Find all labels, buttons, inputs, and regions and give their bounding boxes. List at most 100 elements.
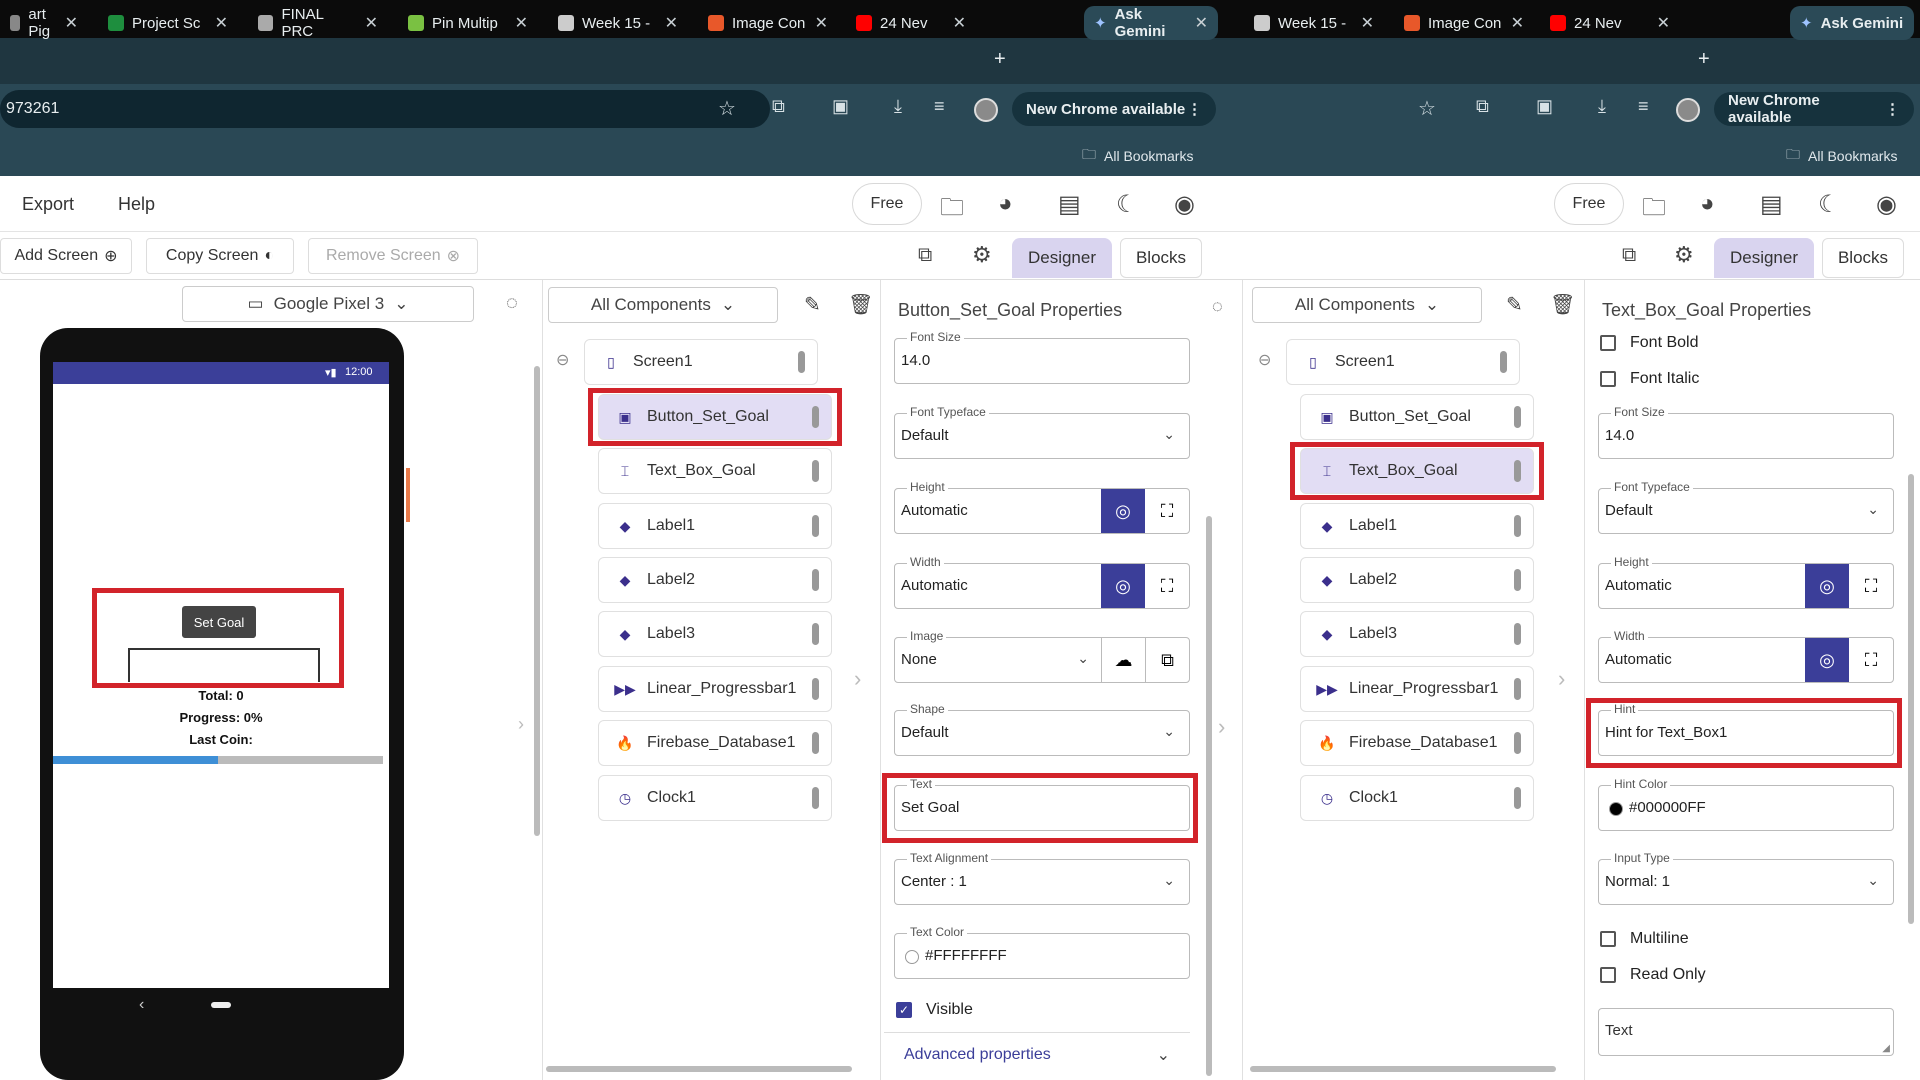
browser-tab[interactable]: FINAL PRC ✕ [248, 6, 388, 40]
drag-handle[interactable] [1514, 678, 1521, 700]
drag-handle[interactable] [1500, 351, 1507, 373]
text-area-field[interactable]: Text ◢ [1598, 1008, 1894, 1056]
close-icon[interactable]: ✕ [1657, 13, 1670, 33]
media-control-icon-right[interactable]: ≡ [1638, 96, 1649, 117]
download-icon-right[interactable]: ⤓ [1598, 96, 1606, 117]
rename-icon-right[interactable]: ✎ [1506, 292, 1523, 317]
dark-mode-icon[interactable]: ☾ [1116, 190, 1138, 219]
input-type-select[interactable]: Input Type Normal: 1 ⌄ [1598, 851, 1894, 905]
properties-scrollbar-right[interactable] [1908, 474, 1914, 924]
collapse-icon[interactable]: ⊖ [556, 350, 569, 370]
drag-handle[interactable] [812, 678, 819, 700]
checkbox[interactable] [1600, 335, 1616, 351]
account-icon-right[interactable]: ◉ [1876, 190, 1897, 219]
visibility-off-icon[interactable]: ◌ [1212, 296, 1223, 317]
tab-designer-right[interactable]: Designer [1714, 238, 1814, 278]
multiline-checkbox-row[interactable]: Multiline [1600, 930, 1689, 948]
height-field-right[interactable]: Height Automatic ◎ ⛶ [1598, 555, 1894, 609]
font-typeface-select[interactable]: Font Typeface Default ⌄ [894, 405, 1190, 459]
components-filter[interactable]: All Components ⌄ [548, 287, 778, 323]
settings-icon-right[interactable]: ⚙ [1674, 242, 1694, 268]
fit-content-icon[interactable]: ◎ [1805, 564, 1849, 608]
hint-color-field[interactable]: Hint Color #000000FF [1598, 777, 1894, 831]
more-icon[interactable]: ⋮ [1885, 100, 1900, 118]
browser-tab[interactable]: Pin Multip ✕ [398, 6, 538, 40]
fullscreen-icon[interactable]: ⛶ [1849, 638, 1893, 682]
palette-icon[interactable]: ◕ [998, 190, 1013, 218]
read-only-checkbox-row[interactable]: Read Only [1600, 966, 1706, 984]
visible-checkbox-row[interactable]: ✓ Visible [896, 1001, 973, 1019]
component-node[interactable]: ▯ Screen1 [1286, 339, 1520, 385]
browser-tab[interactable]: 24 Nev ✕ [846, 6, 976, 40]
browser-tab[interactable]: art Pig ✕ [0, 6, 88, 40]
font-size-field[interactable]: Font Size 14.0 [894, 330, 1190, 384]
add-screen-button[interactable]: Add Screen ⊕ [0, 238, 132, 274]
tab-designer[interactable]: Designer [1012, 238, 1112, 278]
drag-handle[interactable] [1514, 406, 1521, 428]
drag-handle[interactable] [1514, 515, 1521, 537]
chevron-right-icon[interactable]: › [854, 666, 861, 692]
open-external-icon[interactable]: ⧉ [1145, 638, 1189, 682]
folder-icon-right[interactable]: 🗀 [1642, 190, 1666, 231]
upload-icon[interactable]: ☁ [1101, 638, 1145, 682]
advanced-properties-toggle[interactable]: Advanced properties ⌄ [884, 1032, 1190, 1076]
preview-icon-right[interactable]: ⧉ [1622, 244, 1636, 267]
width-field-right[interactable]: Width Automatic ◎ ⛶ [1598, 629, 1894, 683]
close-icon[interactable]: ✕ [815, 13, 828, 33]
visibility-off-icon[interactable]: ◌ [506, 292, 518, 315]
palette-icon-right[interactable]: ◕ [1700, 190, 1715, 218]
media-control-icon[interactable]: ≡ [934, 96, 945, 117]
drag-handle[interactable] [1514, 787, 1521, 809]
component-node[interactable]: ▶▶ Linear_Progressbar1 [598, 666, 832, 712]
collapse-icon-right[interactable]: ⊖ [1258, 350, 1271, 370]
tab-ask-gemini[interactable]: ✦ Ask Gemini ✕ [1084, 6, 1218, 40]
drag-handle[interactable] [812, 515, 819, 537]
drag-handle[interactable] [812, 460, 819, 482]
chevron-right-icon[interactable]: › [518, 714, 524, 735]
drag-handle[interactable] [812, 623, 819, 645]
browser-tab[interactable]: Image Con ✕ [698, 6, 838, 40]
device-select[interactable]: ▭ Google Pixel 3 ⌄ [182, 286, 474, 322]
dark-mode-icon-right[interactable]: ☾ [1818, 190, 1840, 219]
component-node[interactable]: ◆ Label1 [1300, 503, 1534, 549]
font-typeface-select-right[interactable]: Font Typeface Default ⌄ [1598, 480, 1894, 534]
star-icon[interactable]: ☆ [718, 96, 736, 121]
checkbox[interactable] [1600, 371, 1616, 387]
viewer-scrollbar[interactable] [534, 366, 540, 836]
tab-blocks-right[interactable]: Blocks [1822, 238, 1904, 278]
fit-content-icon[interactable]: ◎ [1101, 489, 1145, 533]
menu-export[interactable]: Export [22, 194, 74, 215]
extensions-icon-right[interactable]: ⧉ [1476, 96, 1489, 117]
new-tab-button-right[interactable]: + [1698, 48, 1710, 71]
chevron-right-icon[interactable]: › [1218, 714, 1225, 740]
fullscreen-icon[interactable]: ⛶ [1849, 564, 1893, 608]
font-italic-checkbox-row[interactable]: Font Italic [1600, 370, 1699, 388]
component-node[interactable]: ◆ Label1 [598, 503, 832, 549]
all-bookmarks[interactable]: 🗀 All Bookmarks [1082, 144, 1193, 168]
menu-help[interactable]: Help [118, 194, 155, 215]
browser-tab-right[interactable]: 24 Nev ✕ [1540, 6, 1680, 40]
close-icon[interactable]: ✕ [65, 13, 78, 33]
tab-blocks[interactable]: Blocks [1120, 238, 1202, 278]
component-node[interactable]: 🔥 Firebase_Database1 [1300, 720, 1534, 766]
chevron-right-icon-right[interactable]: › [1558, 666, 1565, 692]
docs-icon-right[interactable]: ▤ [1760, 190, 1783, 219]
delete-icon-right[interactable]: 🗑 [1550, 292, 1575, 317]
close-icon[interactable]: ✕ [515, 13, 528, 33]
component-node[interactable]: ▯ Screen1 [584, 339, 818, 385]
text-box-preview[interactable] [128, 648, 320, 682]
checkbox[interactable] [1600, 967, 1616, 983]
extensions-icon[interactable]: ⧉ [772, 96, 785, 117]
close-icon[interactable]: ✕ [1195, 13, 1208, 33]
close-icon[interactable]: ✕ [665, 13, 678, 33]
new-tab-button[interactable]: + [994, 48, 1006, 71]
close-icon[interactable]: ✕ [215, 13, 228, 33]
fit-content-icon[interactable]: ◎ [1101, 564, 1145, 608]
component-node[interactable]: ◆ Label3 [598, 611, 832, 657]
browser-tab-right[interactable]: Week 15 - ✕ [1244, 6, 1384, 40]
resize-handle-icon[interactable]: ◢ [1882, 1043, 1890, 1054]
drag-handle[interactable] [812, 732, 819, 754]
more-icon[interactable]: ⋮ [1187, 100, 1202, 118]
browser-tab[interactable]: Week 15 - ✕ [548, 6, 688, 40]
tree-hscrollbar[interactable] [546, 1066, 852, 1072]
